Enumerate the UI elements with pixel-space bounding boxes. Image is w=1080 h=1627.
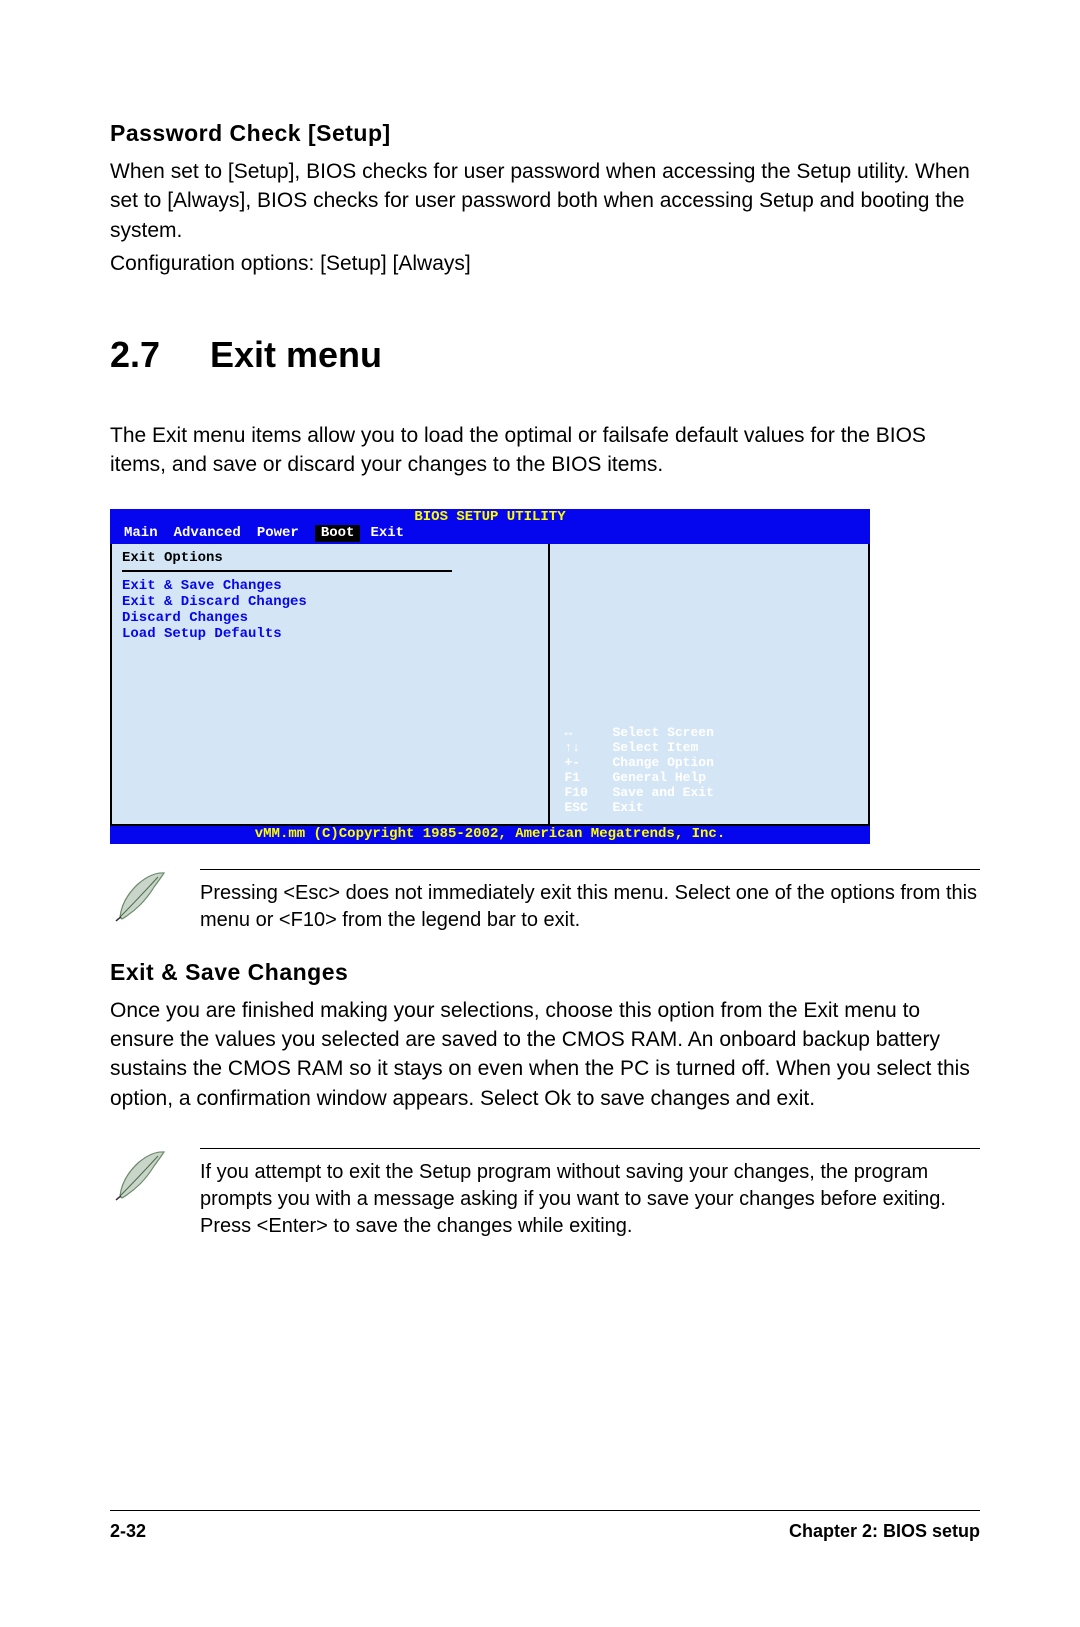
page-footer: 2-32 Chapter 2: BIOS setup: [110, 1510, 980, 1542]
legend-key: F1: [564, 771, 612, 786]
note-row-1: Pressing <Esc> does not immediately exit…: [110, 869, 980, 934]
bios-right-pane: ↔Select Screen ↑↓Select Item +-Change Op…: [550, 544, 868, 824]
section-heading: 2.7Exit menu: [110, 334, 980, 376]
legend-desc: Save and Exit: [612, 786, 713, 801]
bios-legend: ↔Select Screen ↑↓Select Item +-Change Op…: [564, 726, 713, 816]
bios-divider: [122, 570, 452, 572]
bios-screenshot: BIOS SETUP UTILITY Main Advanced Power B…: [110, 509, 870, 843]
legend-desc: Exit: [612, 801, 713, 816]
legend-key: ESC: [564, 801, 612, 816]
bios-item-discard: Discard Changes: [122, 610, 538, 626]
legend-key: +-: [564, 756, 612, 771]
password-check-desc: When set to [Setup], BIOS checks for use…: [110, 157, 980, 245]
bios-left-header: Exit Options: [122, 550, 538, 566]
feather-icon: [110, 1148, 170, 1203]
bios-title: BIOS SETUP UTILITY: [110, 509, 870, 525]
chapter-label: Chapter 2: BIOS setup: [789, 1521, 980, 1542]
bios-item-exit-save: Exit & Save Changes: [122, 578, 538, 594]
legend-desc: Select Item: [612, 741, 713, 756]
exit-save-heading: Exit & Save Changes: [110, 959, 980, 986]
page-number: 2-32: [110, 1521, 146, 1542]
note-2-text: If you attempt to exit the Setup program…: [200, 1148, 980, 1240]
legend-key: ↑↓: [564, 741, 612, 756]
password-check-heading: Password Check [Setup]: [110, 120, 980, 147]
legend-desc: Change Option: [612, 756, 713, 771]
bios-left-pane: Exit Options Exit & Save Changes Exit & …: [112, 544, 550, 824]
legend-desc: General Help: [612, 771, 713, 786]
note-row-2: If you attempt to exit the Setup program…: [110, 1148, 980, 1240]
feather-icon: [110, 869, 170, 924]
bios-menu-boot: Boot: [315, 525, 361, 541]
section-number: 2.7: [110, 334, 210, 376]
section-intro: The Exit menu items allow you to load th…: [110, 421, 980, 480]
bios-menu-bar: Main Advanced Power Boot Exit: [110, 525, 870, 543]
bios-footer: vMM.mm (C)Copyright 1985-2002, American …: [110, 826, 870, 844]
exit-save-body: Once you are finished making your select…: [110, 996, 980, 1114]
manual-page: Password Check [Setup] When set to [Setu…: [0, 0, 1080, 1627]
password-check-options: Configuration options: [Setup] [Always]: [110, 249, 980, 278]
bios-menu-main: Main: [124, 525, 174, 541]
bios-body: Exit Options Exit & Save Changes Exit & …: [110, 544, 870, 826]
legend-key: ↔: [564, 726, 612, 741]
bios-menu-advanced: Advanced: [174, 525, 257, 541]
bios-item-exit-discard: Exit & Discard Changes: [122, 594, 538, 610]
bios-menu-power: Power: [257, 525, 315, 541]
section-title-text: Exit menu: [210, 334, 382, 375]
bios-item-defaults: Load Setup Defaults: [122, 626, 538, 642]
legend-desc: Select Screen: [612, 726, 713, 741]
bios-menu-exit: Exit: [360, 525, 420, 541]
note-1-text: Pressing <Esc> does not immediately exit…: [200, 869, 980, 934]
legend-key: F10: [564, 786, 612, 801]
